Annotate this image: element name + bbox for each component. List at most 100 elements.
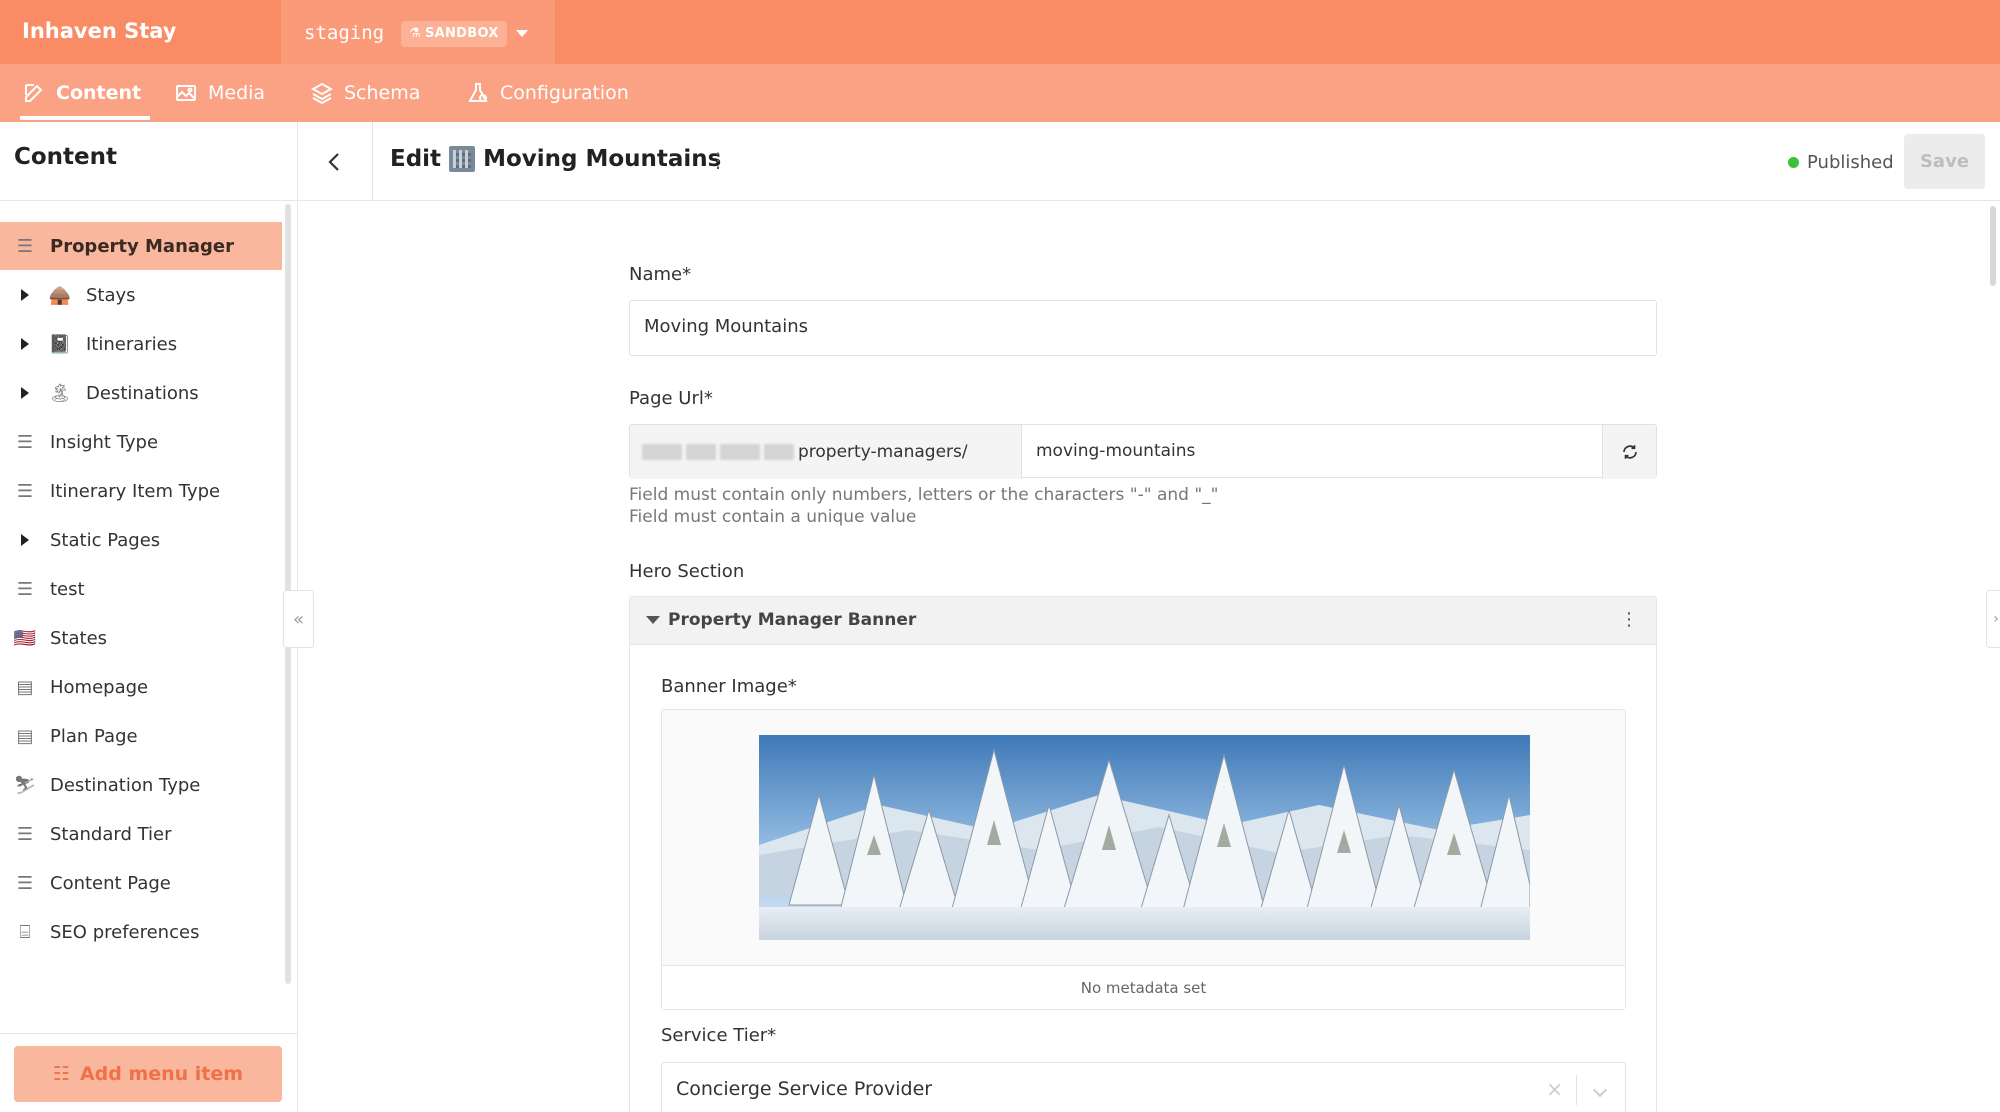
environment-name: staging (304, 22, 385, 44)
block-header[interactable]: Property Manager Banner ⋮ (630, 597, 1656, 645)
back-button[interactable] (298, 122, 373, 201)
image-icon (176, 85, 196, 101)
document-icon: ▤ (16, 676, 34, 698)
chevron-down-icon[interactable] (516, 30, 528, 37)
service-tier-select[interactable]: Concierge Service Provider × (661, 1062, 1626, 1112)
tab-media[interactable]: Media (174, 64, 265, 122)
sidebar-item-homepage[interactable]: ▤ Homepage (0, 663, 282, 711)
property-manager-banner-block: Property Manager Banner ⋮ Banner Image* (629, 596, 1657, 1112)
list-icon: ☰ (16, 578, 34, 600)
sidebar-item-itineraries[interactable]: 📓 Itineraries (0, 320, 282, 368)
sidebar-item-content-page[interactable]: ☰ Content Page (0, 859, 282, 907)
toolbox-icon: ⌸ (19, 921, 31, 943)
redacted-domain (720, 444, 760, 460)
us-flag-icon: 🇺🇸 (13, 627, 37, 649)
url-hint-characters: Field must contain only numbers, letters… (629, 485, 1219, 505)
clear-icon[interactable]: × (1546, 1077, 1563, 1101)
tab-schema-label: Schema (344, 82, 421, 104)
url-hint-unique: Field must contain a unique value (629, 507, 917, 527)
redacted-domain (764, 444, 794, 460)
collapse-triangle-icon[interactable] (646, 616, 660, 624)
sidebar-item-plan-page[interactable]: ▤ Plan Page (0, 712, 282, 760)
sidebar-item-label: Destination Type (50, 774, 201, 796)
image-metadata: No metadata set (662, 965, 1625, 1009)
main-scrollbar[interactable] (1990, 206, 1996, 286)
sandbox-badge-label: SANDBOX (424, 26, 499, 41)
sidebar-item-states[interactable]: 🇺🇸 States (0, 614, 282, 662)
caret-right-icon[interactable] (21, 387, 29, 399)
service-tier-value: Concierge Service Provider (676, 1078, 933, 1100)
page-url-field-label: Page Url* (629, 388, 713, 409)
save-button[interactable]: Save (1904, 134, 1985, 189)
edit-icon (25, 84, 43, 102)
page-url-slug-input[interactable]: moving-mountains (1036, 441, 1195, 461)
sidebar-item-itinerary-item-type[interactable]: ☰ Itinerary Item Type (0, 467, 282, 515)
divider (0, 200, 298, 201)
notebook-emoji-icon: 📓 (48, 333, 72, 355)
name-input[interactable]: Moving Mountains (629, 300, 1657, 356)
expand-right-panel-button[interactable]: › (1986, 590, 2000, 648)
chevron-left-icon (328, 152, 339, 171)
sidebar-item-stays[interactable]: 🛖 Stays (0, 271, 282, 319)
editor-header: Edit Moving Mountains ⋮ Published Save (298, 122, 2000, 201)
chevron-down-icon[interactable] (1592, 1082, 1608, 1098)
sidebar-item-destinations[interactable]: 🏝 Destinations (0, 369, 282, 417)
edit-prefix: Edit (390, 146, 442, 172)
service-tier-label: Service Tier* (661, 1025, 777, 1046)
caret-right-icon[interactable] (21, 338, 29, 350)
environment-switcher[interactable]: staging ⚗ SANDBOX (281, 0, 555, 64)
sidebar-item-label: Insight Type (50, 431, 159, 453)
divider (0, 1033, 298, 1034)
chevron-right-icon: › (1993, 611, 1999, 627)
sidebar-item-label: Homepage (50, 676, 149, 698)
sandbox-badge: ⚗ SANDBOX (401, 21, 507, 47)
regenerate-slug-button[interactable] (1602, 425, 1656, 479)
sidebar-item-standard-tier[interactable]: ☰ Standard Tier (0, 810, 282, 858)
sidebar-item-label: States (50, 627, 108, 649)
tab-content-label: Content (56, 82, 142, 104)
banner-image-field[interactable]: No metadata set (661, 709, 1626, 1010)
office-building-icon (449, 146, 476, 172)
island-emoji-icon: 🏝 (48, 382, 72, 404)
sidebar-item-label: Destinations (86, 382, 199, 404)
status-badge: Published (1788, 152, 1894, 173)
sidebar-item-insight-type[interactable]: ☰ Insight Type (0, 418, 282, 466)
sidebar-item-destination-type[interactable]: ⛷ Destination Type (0, 761, 282, 809)
tab-configuration-label: Configuration (500, 82, 629, 104)
status-label: Published (1807, 152, 1894, 173)
more-options-icon[interactable]: ⋮ (708, 150, 728, 170)
sidebar-item-seo-preferences[interactable]: ⌸ SEO preferences (0, 908, 282, 956)
banner-image-preview[interactable] (759, 735, 1530, 940)
list-icon: ☰ (16, 431, 34, 453)
caret-right-icon[interactable] (21, 289, 29, 301)
document-icon: ▤ (16, 725, 34, 747)
list-icon: ☰ (16, 480, 34, 502)
banner-image-label: Banner Image* (661, 676, 797, 697)
redacted-domain (686, 444, 716, 460)
list-icon: ☰ (16, 235, 34, 257)
sidebar-item-test[interactable]: ☰ test (0, 565, 282, 613)
collapse-sidebar-button[interactable]: « (283, 590, 314, 648)
top-bar: Inhaven Stay staging ⚗ SANDBOX (0, 0, 2000, 64)
sidebar-item-label: Standard Tier (50, 823, 172, 845)
settings-flask-icon (468, 83, 488, 102)
sidebar-item-label: Itineraries (86, 333, 178, 355)
tab-content[interactable]: Content (20, 64, 150, 122)
caret-right-icon[interactable] (21, 534, 29, 546)
sidebar-item-label: test (50, 578, 85, 600)
sidebar-item-label: Stays (86, 284, 136, 306)
name-field-label: Name* (629, 264, 692, 285)
list-icon: ☰ (16, 823, 34, 845)
block-options-icon[interactable]: ⋮ (1620, 609, 1638, 630)
flask-icon: ⚗ (409, 26, 421, 41)
brand-name[interactable]: Inhaven Stay (0, 0, 281, 64)
sidebar-item-label: Property Manager (50, 235, 234, 257)
tab-media-label: Media (208, 82, 266, 104)
sidebar-item-property-manager[interactable]: ☰ Property Manager (0, 222, 282, 270)
tab-configuration[interactable]: Configuration (466, 64, 629, 122)
block-title: Property Manager Banner (668, 610, 917, 630)
tab-schema[interactable]: Schema (310, 64, 420, 122)
add-menu-item-button[interactable]: ☷ Add menu item (14, 1046, 282, 1102)
url-prefix-text: property-managers/ (798, 442, 968, 462)
sidebar-item-static-pages[interactable]: Static Pages (0, 516, 282, 564)
